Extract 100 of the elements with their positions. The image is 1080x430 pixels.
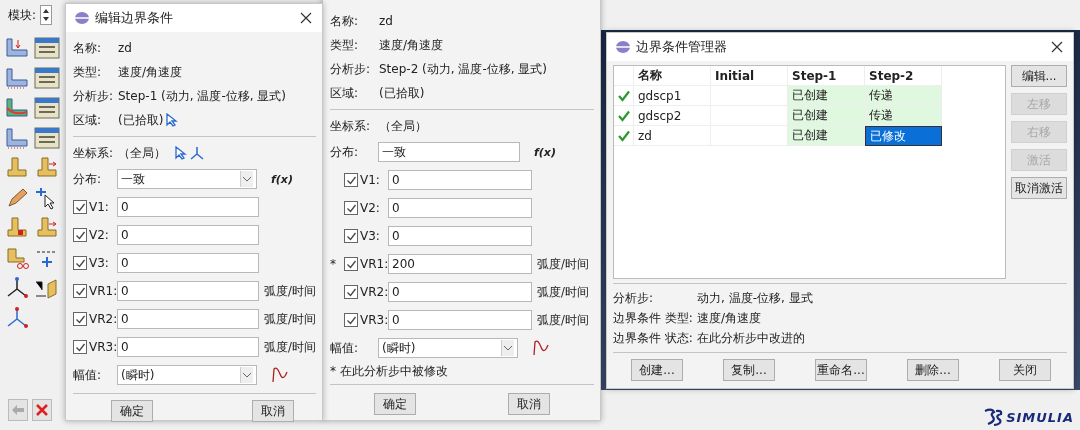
side-button[interactable]: 取消激活	[1011, 177, 1067, 199]
brand-logo: SIMULIA	[1006, 409, 1074, 425]
input-field[interactable]: 0	[117, 197, 259, 217]
checkbox[interactable]	[344, 257, 358, 271]
input-field[interactable]: 0	[117, 225, 259, 245]
table-cell[interactable]: 已创建	[788, 106, 865, 126]
table-cell[interactable]: 传递	[865, 106, 942, 126]
table-cell[interactable]: 传递	[865, 86, 942, 106]
input-field[interactable]: 200	[388, 254, 532, 274]
field-label: 名称:	[73, 39, 103, 57]
field-value: (已拾取)	[118, 111, 164, 129]
table-window-icon[interactable]	[34, 66, 60, 90]
table-cell[interactable]: gdscp2	[634, 106, 711, 126]
checkbox[interactable]	[73, 200, 87, 214]
info-value: 动力, 温度-位移, 显式	[697, 289, 813, 307]
window-title: 边界条件管理器	[636, 38, 727, 56]
caret-icon[interactable]	[243, 176, 251, 182]
distribution-field[interactable]: 一致	[378, 142, 520, 162]
pillar-icon[interactable]	[4, 156, 30, 180]
dialog-button[interactable]: 取消	[508, 393, 550, 415]
checkbox[interactable]	[344, 229, 358, 243]
input-field[interactable]: 0	[117, 337, 259, 357]
field-label: 分析步:	[73, 87, 115, 105]
amplitude-dropdown[interactable]: (瞬时)	[117, 365, 257, 385]
axes-icon[interactable]	[190, 146, 204, 160]
field-value: (已拾取)	[379, 84, 425, 102]
table-cell[interactable]: zd	[634, 126, 711, 146]
close-icon	[36, 404, 48, 416]
close-icon[interactable]	[300, 12, 312, 24]
column-header[interactable]: 名称	[634, 66, 711, 86]
table-cell[interactable]: gdscp1	[634, 86, 711, 106]
checkbox[interactable]	[344, 173, 358, 187]
field-label: 区域:	[73, 111, 103, 129]
input-field[interactable]: 0	[388, 170, 532, 190]
info-label: 边界条件 状态:	[613, 329, 694, 347]
caret-icon[interactable]	[504, 345, 512, 351]
dialog-button[interactable]: 重命名...	[815, 359, 867, 381]
cursor-icon[interactable]	[166, 113, 179, 127]
checkbox[interactable]	[73, 228, 87, 242]
field-value: zd	[118, 41, 132, 55]
cancel-button[interactable]	[32, 399, 52, 421]
dialog-button[interactable]: 确定	[111, 400, 153, 422]
table-cell[interactable]: 已创建	[788, 86, 865, 106]
dialog-button[interactable]: 确定	[374, 393, 416, 415]
checkbox[interactable]	[73, 312, 87, 326]
input-field[interactable]: 0	[388, 198, 532, 218]
field-label: 坐标系:	[73, 144, 115, 162]
plane-icon[interactable]	[34, 276, 60, 300]
function-button[interactable]: f(x)	[271, 172, 293, 186]
checkbox[interactable]	[73, 256, 87, 270]
field-label: V2:	[89, 228, 110, 242]
input-field[interactable]: 0	[117, 309, 259, 329]
field-label: 区域:	[330, 84, 360, 102]
checkbox[interactable]	[344, 201, 358, 215]
dialog-button[interactable]: 取消	[252, 400, 294, 422]
spinner-icon[interactable]	[42, 7, 51, 23]
field-label: V3:	[89, 256, 110, 270]
unit-label: 弧度/时间	[264, 339, 316, 355]
table-cell[interactable]: 已修改	[865, 126, 942, 146]
field-label: 幅值:	[330, 339, 360, 357]
unit-label: 弧度/时间	[537, 284, 589, 300]
dialog-button[interactable]: 创建...	[631, 359, 683, 381]
side-button[interactable]: 编辑...	[1011, 65, 1067, 87]
table-window-icon[interactable]	[34, 36, 60, 60]
function-button[interactable]: f(x)	[534, 145, 556, 159]
column-header[interactable]: Initial	[711, 66, 788, 86]
fixed-bracket-icon[interactable]	[4, 126, 30, 150]
fixed-bracket-icon[interactable]	[4, 66, 30, 90]
field-label: 分布:	[330, 143, 360, 161]
checkbox[interactable]	[73, 284, 87, 298]
close-icon[interactable]	[1051, 41, 1063, 53]
checkbox[interactable]	[344, 285, 358, 299]
info-label: 分析步:	[613, 289, 655, 307]
field-label: VR1:	[89, 284, 115, 298]
block-icon[interactable]	[4, 216, 30, 240]
table-window-icon[interactable]	[34, 96, 60, 120]
dialog-button[interactable]: 删除...	[907, 359, 959, 381]
table-window-icon[interactable]	[34, 126, 60, 150]
input-field[interactable]: 0	[117, 281, 259, 301]
contour-bracket-icon[interactable]	[4, 96, 30, 120]
field-label: V1:	[89, 200, 110, 214]
input-field[interactable]: 0	[117, 253, 259, 273]
cursor-icon[interactable]	[175, 146, 187, 160]
field-value: 速度/角速度	[379, 36, 444, 54]
distribution-dropdown[interactable]: 一致	[117, 169, 257, 189]
bracket-arrow-icon[interactable]	[4, 36, 30, 60]
logo-icon	[982, 408, 1005, 426]
input-field[interactable]: 0	[388, 282, 532, 302]
amplitude-dropdown[interactable]: (瞬时)	[378, 338, 518, 358]
checkbox[interactable]	[344, 313, 358, 327]
caret-icon[interactable]	[243, 372, 251, 378]
pillar-arrow-icon[interactable]	[34, 156, 60, 180]
input-field[interactable]: 0	[388, 226, 532, 246]
table-cell[interactable]: 已创建	[788, 126, 865, 146]
dialog-button[interactable]: 关闭	[999, 359, 1051, 381]
field-value: Step-2 (动力, 温度-位移, 显式)	[379, 60, 548, 78]
field-label: VR3:	[89, 340, 115, 354]
input-field[interactable]: 0	[388, 310, 532, 330]
dialog-button[interactable]: 复制...	[723, 359, 775, 381]
checkbox[interactable]	[73, 340, 87, 354]
